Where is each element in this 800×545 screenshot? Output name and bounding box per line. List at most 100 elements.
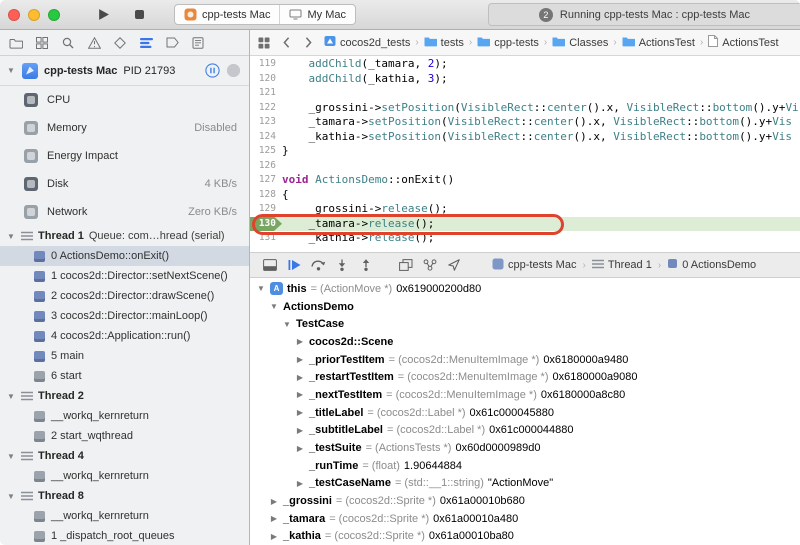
stack-frame[interactable]: 1 cocos2d::Director::setNextScene() bbox=[0, 266, 249, 286]
disclosure-open-icon[interactable]: ▼ bbox=[256, 284, 266, 293]
memory-graph-button[interactable] bbox=[418, 255, 442, 275]
jump-bar-crumb[interactable]: Classes bbox=[552, 36, 608, 50]
line-number[interactable]: 128 bbox=[250, 188, 282, 203]
jump-bar-crumb[interactable]: ActionsTest bbox=[708, 35, 779, 50]
code-line-127[interactable]: 127 void ActionsDemo::onExit() bbox=[250, 173, 800, 188]
variable-row[interactable]: ▶ _priorTestItem = (cocos2d::MenuItemImag… bbox=[250, 351, 800, 369]
thread-row-2[interactable]: ▼ Thread 2 bbox=[0, 386, 249, 406]
variable-row[interactable]: ▶ _nextTestItem = (cocos2d::MenuItemImage… bbox=[250, 386, 800, 404]
jump-bar-crumb[interactable]: cpp-tests bbox=[477, 36, 539, 50]
variable-row[interactable]: ▶ cocos2d::Scene bbox=[250, 333, 800, 351]
code-line-131[interactable]: 131 _kathia->release(); bbox=[250, 231, 800, 246]
gauge-row-cpu[interactable]: CPU bbox=[0, 86, 249, 114]
stack-frame[interactable]: __workq_kernreturn bbox=[0, 406, 249, 426]
disclosure-closed-icon[interactable]: ▶ bbox=[295, 337, 305, 346]
gauge-row-energy-impact[interactable]: Energy Impact bbox=[0, 142, 249, 170]
code-line-130[interactable]: 130 _tamara->release(); bbox=[250, 216, 800, 231]
line-number[interactable]: 129 bbox=[250, 202, 282, 217]
line-number[interactable]: 126 bbox=[250, 159, 282, 174]
disclosure-triangle-icon[interactable]: ▼ bbox=[6, 492, 16, 501]
disclosure-closed-icon[interactable]: ▶ bbox=[295, 426, 305, 435]
code-line-122[interactable]: 122 _grossini->setPosition(VisibleRect::… bbox=[250, 101, 800, 116]
thread-row-4[interactable]: ▼ Thread 8 bbox=[0, 486, 249, 506]
disclosure-closed-icon[interactable]: ▶ bbox=[269, 514, 279, 523]
disclosure-triangle-icon[interactable]: ▼ bbox=[6, 66, 16, 75]
close-window-button[interactable] bbox=[8, 8, 20, 21]
code-line-128[interactable]: 128{ bbox=[250, 188, 800, 203]
code-line-124[interactable]: 124 _kathia->setPosition(VisibleRect::ce… bbox=[250, 130, 800, 145]
code-line-129[interactable]: 129 _grossini->release(); bbox=[250, 202, 800, 217]
variable-row[interactable]: ▶ _grossini = (cocos2d::Sprite *) 0x61a00… bbox=[250, 492, 800, 510]
minimize-window-button[interactable] bbox=[28, 8, 40, 21]
scheme-segment[interactable]: cpp-tests Mac bbox=[175, 5, 279, 24]
code-line-125[interactable]: 125} bbox=[250, 144, 800, 159]
disclosure-closed-icon[interactable]: ▶ bbox=[269, 532, 279, 541]
gauge-row-disk[interactable]: Disk 4 KB/s bbox=[0, 170, 249, 198]
variable-row[interactable]: ▼ TestCase bbox=[250, 315, 800, 333]
debug-breadcrumb-item[interactable]: Thread 1 bbox=[591, 259, 652, 272]
disclosure-open-icon[interactable]: ▼ bbox=[282, 320, 292, 329]
disclosure-closed-icon[interactable]: ▶ bbox=[295, 390, 305, 399]
code-editor[interactable]: 119 addChild(_tamara, 2); 120 addChild(_k… bbox=[250, 56, 800, 252]
debug-breadcrumb-item[interactable]: 0 ActionsDemo bbox=[667, 258, 756, 272]
forward-button[interactable] bbox=[298, 33, 318, 53]
variable-row[interactable]: ▼ ActionsDemo bbox=[250, 298, 800, 316]
stack-frame[interactable]: 3 cocos2d::Director::mainLoop() bbox=[0, 306, 249, 326]
terminate-process-button[interactable] bbox=[226, 63, 241, 78]
destination-segment[interactable]: My Mac bbox=[280, 5, 355, 24]
line-number[interactable]: 125 bbox=[250, 144, 282, 159]
jump-bar-crumb[interactable]: tests bbox=[424, 36, 464, 50]
process-row[interactable]: ▼ cpp-tests Mac PID 21793 bbox=[0, 56, 249, 86]
code-line-126[interactable]: 126 bbox=[250, 159, 800, 174]
jump-bar-crumb[interactable]: cocos2d_tests bbox=[324, 35, 410, 50]
line-number[interactable]: 120 bbox=[250, 72, 282, 87]
stack-frame[interactable]: 1 _dispatch_root_queues bbox=[0, 526, 249, 545]
continue-button[interactable] bbox=[282, 255, 306, 275]
code-line-120[interactable]: 120 addChild(_kathia, 3); bbox=[250, 72, 800, 87]
hide-debug-area-button[interactable] bbox=[258, 255, 282, 275]
step-over-button[interactable] bbox=[306, 255, 330, 275]
thread-row-3[interactable]: ▼ Thread 4 bbox=[0, 446, 249, 466]
stack-frame[interactable]: __workq_kernreturn bbox=[0, 466, 249, 486]
variable-row[interactable]: ▶ _testCaseName = (std::__1::string) "Act… bbox=[250, 475, 800, 493]
pause-process-button[interactable] bbox=[205, 63, 220, 78]
code-line-121[interactable]: 121 bbox=[250, 86, 800, 101]
disclosure-triangle-icon[interactable]: ▼ bbox=[6, 232, 16, 241]
code-line-123[interactable]: 123 _tamara->setPosition(VisibleRect::ce… bbox=[250, 115, 800, 130]
stack-frame[interactable]: 5 main bbox=[0, 346, 249, 366]
disclosure-closed-icon[interactable]: ▶ bbox=[295, 408, 305, 417]
step-into-button[interactable] bbox=[330, 255, 354, 275]
zoom-window-button[interactable] bbox=[48, 8, 60, 21]
variable-row[interactable]: ▶ _kathia = (cocos2d::Sprite *) 0x61a0001… bbox=[250, 528, 800, 545]
line-number[interactable]: 127 bbox=[250, 173, 282, 188]
activity-count-badge[interactable]: 2 bbox=[538, 7, 553, 22]
stack-frame[interactable]: 6 start bbox=[0, 366, 249, 386]
breakpoint-navigator-icon[interactable] bbox=[161, 33, 183, 53]
code-line-119[interactable]: 119 addChild(_tamara, 2); bbox=[250, 57, 800, 72]
line-number[interactable]: 131 bbox=[250, 231, 282, 246]
debug-breadcrumb-item[interactable]: cpp-tests Mac bbox=[492, 258, 576, 273]
test-navigator-icon[interactable] bbox=[109, 33, 131, 53]
variable-row[interactable]: _runTime = (float) 1.90644884 bbox=[250, 457, 800, 475]
thread-row-1[interactable]: ▼ Thread 1 Queue: com…hread (serial) bbox=[0, 226, 249, 246]
view-hierarchy-button[interactable] bbox=[394, 255, 418, 275]
line-number[interactable]: 124 bbox=[250, 130, 282, 145]
line-number[interactable]: 121 bbox=[250, 86, 282, 101]
disclosure-closed-icon[interactable]: ▶ bbox=[295, 373, 305, 382]
gauge-row-memory[interactable]: Memory Disabled bbox=[0, 114, 249, 142]
stack-frame[interactable]: 0 ActionsDemo::onExit() bbox=[0, 246, 249, 266]
find-navigator-icon[interactable] bbox=[57, 33, 79, 53]
step-out-button[interactable] bbox=[354, 255, 378, 275]
line-number[interactable]: 130 bbox=[250, 216, 282, 231]
disclosure-closed-icon[interactable]: ▶ bbox=[295, 355, 305, 364]
simulate-location-button[interactable] bbox=[442, 255, 466, 275]
disclosure-closed-icon[interactable]: ▶ bbox=[269, 497, 279, 506]
line-number[interactable]: 119 bbox=[250, 57, 282, 72]
gauge-row-network[interactable]: Network Zero KB/s bbox=[0, 198, 249, 226]
run-button[interactable] bbox=[88, 4, 118, 26]
disclosure-closed-icon[interactable]: ▶ bbox=[295, 444, 305, 453]
line-number[interactable]: 122 bbox=[250, 101, 282, 116]
disclosure-open-icon[interactable]: ▼ bbox=[269, 302, 279, 311]
symbol-navigator-icon[interactable] bbox=[31, 33, 53, 53]
variable-row[interactable]: ▼ Athis = (ActionMove *) 0x619000200d80 bbox=[250, 280, 800, 298]
